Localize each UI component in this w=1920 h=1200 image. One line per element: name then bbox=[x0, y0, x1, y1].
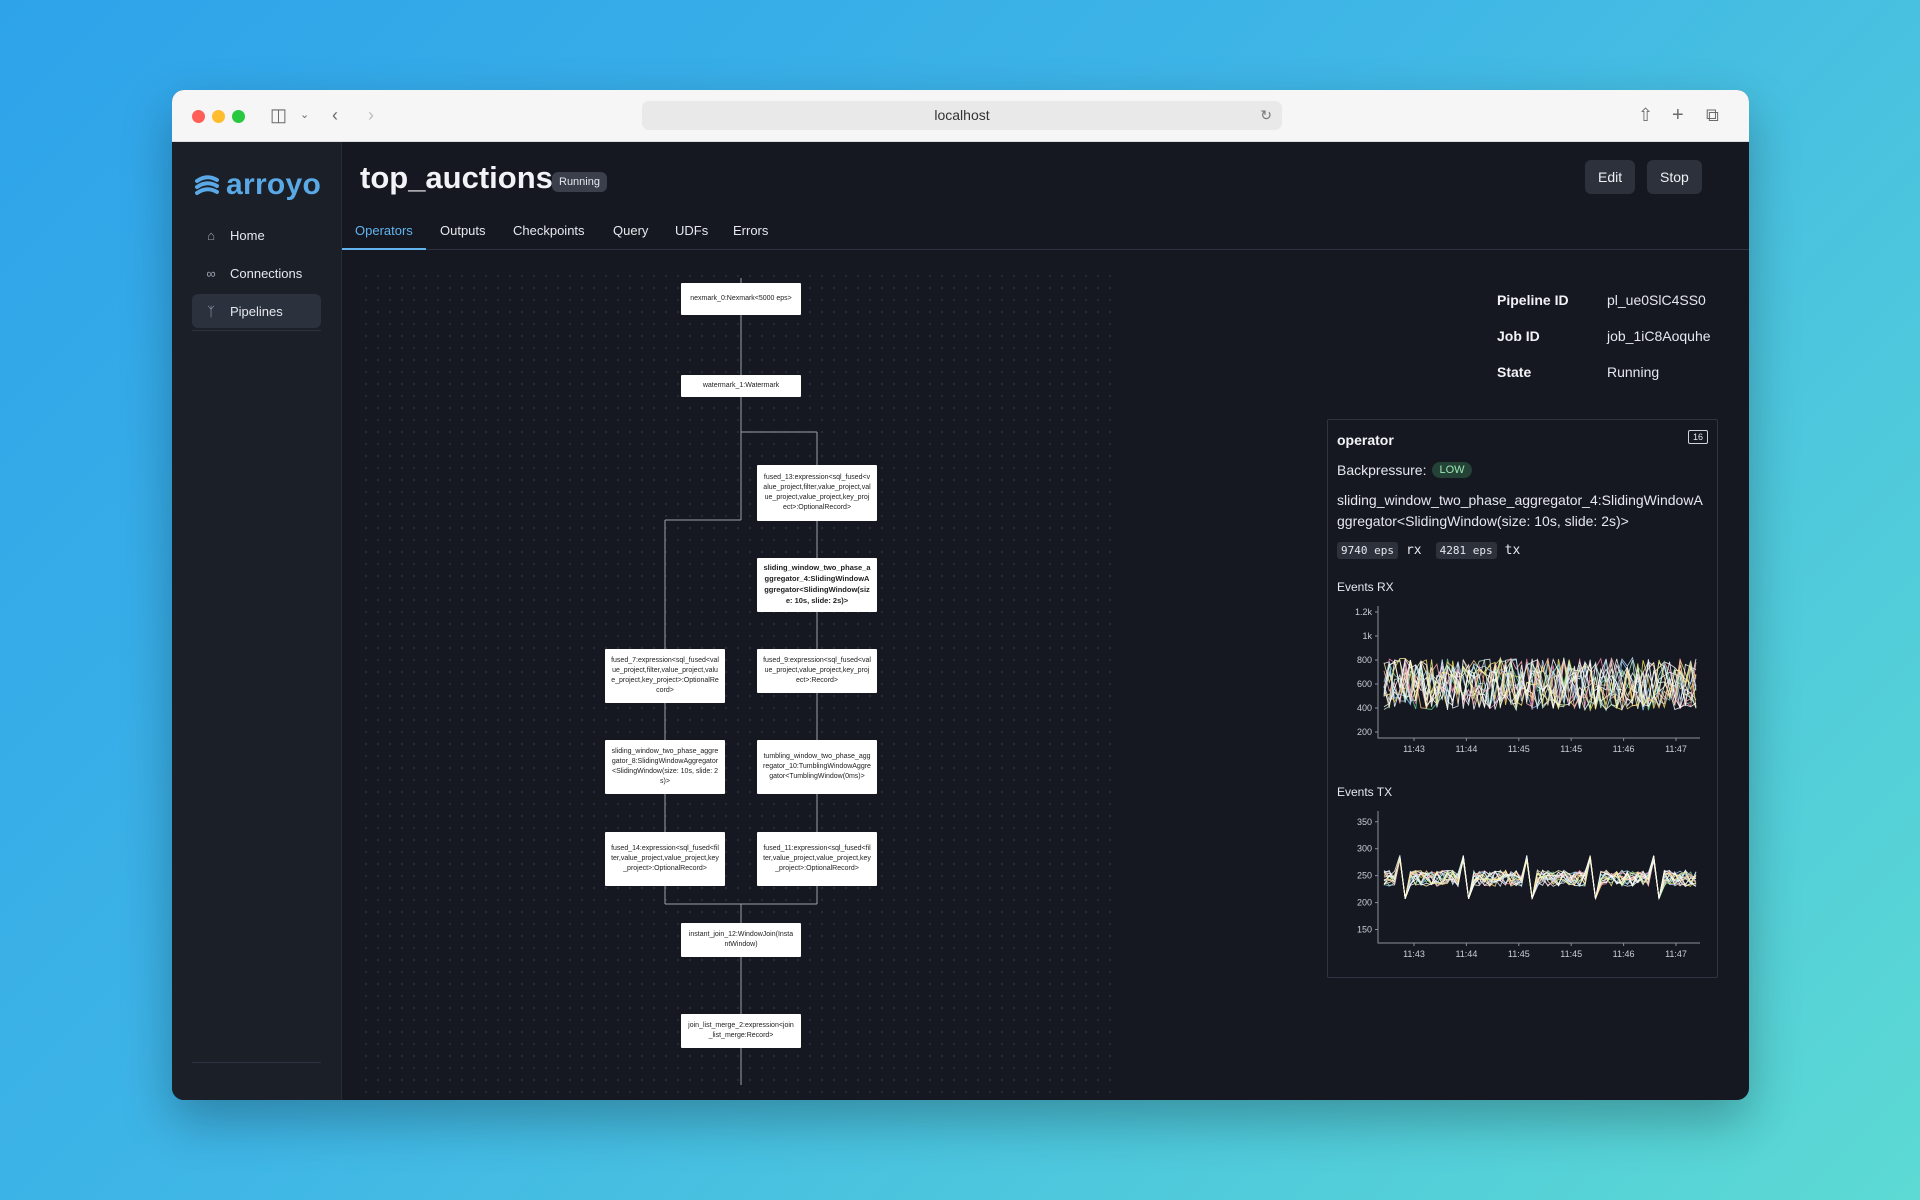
graph-node-n4[interactable]: sliding_window_two_phase_aggregator_4:Sl… bbox=[757, 558, 877, 612]
x-tick-label: 11:44 bbox=[1455, 949, 1477, 959]
graph-node-n7[interactable]: fused_7:expression<sql_fused<value_proje… bbox=[605, 649, 725, 703]
graph-node-n8[interactable]: sliding_window_two_phase_aggregator_8:Sl… bbox=[605, 740, 725, 794]
x-tick-label: 11:43 bbox=[1403, 744, 1425, 754]
graph-node-n13[interactable]: fused_13:expression<sql_fused<value_proj… bbox=[757, 465, 877, 521]
backpressure-badge: LOW bbox=[1432, 462, 1472, 478]
y-tick-label: 800 bbox=[1357, 655, 1372, 665]
backpressure-row: Backpressure: LOW bbox=[1337, 462, 1472, 478]
y-tick-label: 150 bbox=[1357, 925, 1372, 935]
x-tick-label: 11:47 bbox=[1665, 949, 1687, 959]
x-tick-label: 11:46 bbox=[1613, 744, 1635, 754]
events-rx-title: Events RX bbox=[1337, 580, 1394, 594]
x-tick-label: 11:45 bbox=[1560, 949, 1582, 959]
x-tick-label: 11:46 bbox=[1613, 949, 1635, 959]
graph-node-n14[interactable]: fused_14:expression<sql_fused<filter,val… bbox=[605, 832, 725, 886]
y-tick-label: 400 bbox=[1357, 703, 1372, 713]
x-tick-label: 11:47 bbox=[1665, 744, 1687, 754]
x-tick-label: 11:44 bbox=[1455, 744, 1477, 754]
operator-detail-panel: operator 16 Backpressure: LOW sliding_wi… bbox=[1327, 419, 1718, 978]
tx-label: tx bbox=[1504, 543, 1521, 558]
y-tick-label: 200 bbox=[1357, 727, 1372, 737]
events-tx-chart: 350 300 250 200 150 11:43 11:44 11:45 11:45 11:46… bbox=[1357, 811, 1700, 959]
graph-node-n11[interactable]: fused_11:expression<sql_fused<filter,val… bbox=[757, 832, 877, 886]
y-tick-label: 1.2k bbox=[1355, 607, 1373, 617]
x-tick-label: 11:45 bbox=[1560, 744, 1582, 754]
graph-node-n1[interactable]: watermark_1:Watermark bbox=[681, 375, 801, 397]
y-tick-label: 350 bbox=[1357, 817, 1372, 827]
y-tick-label: 200 bbox=[1357, 898, 1372, 908]
backpressure-label: Backpressure: bbox=[1337, 462, 1427, 478]
graph-node-n0[interactable]: nexmark_0:Nexmark<5000 eps> bbox=[681, 283, 801, 315]
graph-node-n9[interactable]: fused_9:expression<sql_fused<value_proje… bbox=[757, 649, 877, 693]
events-rx-chart: 1.2k 1k 800 600 400 200 11:43 11:44 11:45 11:45 11… bbox=[1355, 606, 1700, 754]
graph-node-n12[interactable]: instant_join_12:WindowJoin(InstantWindow… bbox=[681, 923, 801, 957]
parallelism-badge: 16 bbox=[1687, 430, 1708, 444]
graph-node-n10[interactable]: tumbling_window_two_phase_aggregator_10:… bbox=[757, 740, 877, 794]
y-tick-label: 1k bbox=[1362, 631, 1372, 641]
graph-node-n2[interactable]: join_list_merge_2:expression<join_list_m… bbox=[681, 1014, 801, 1048]
x-tick-label: 11:45 bbox=[1508, 949, 1530, 959]
rx-rate: 9740 eps bbox=[1337, 542, 1398, 559]
x-tick-label: 11:43 bbox=[1403, 949, 1425, 959]
x-tick-label: 11:45 bbox=[1508, 744, 1530, 754]
operator-description: sliding_window_two_phase_aggregator_4:Sl… bbox=[1337, 492, 1703, 529]
tx-rate: 4281 eps bbox=[1435, 542, 1497, 559]
events-tx-title: Events TX bbox=[1337, 785, 1393, 799]
y-tick-label: 250 bbox=[1357, 871, 1372, 881]
y-tick-label: 300 bbox=[1357, 844, 1372, 854]
operator-title: operator bbox=[1337, 432, 1394, 448]
rx-label: rx bbox=[1405, 543, 1422, 558]
throughput-row: 9740 eps rx 4281 eps tx bbox=[1337, 542, 1526, 559]
y-tick-label: 600 bbox=[1357, 679, 1372, 689]
